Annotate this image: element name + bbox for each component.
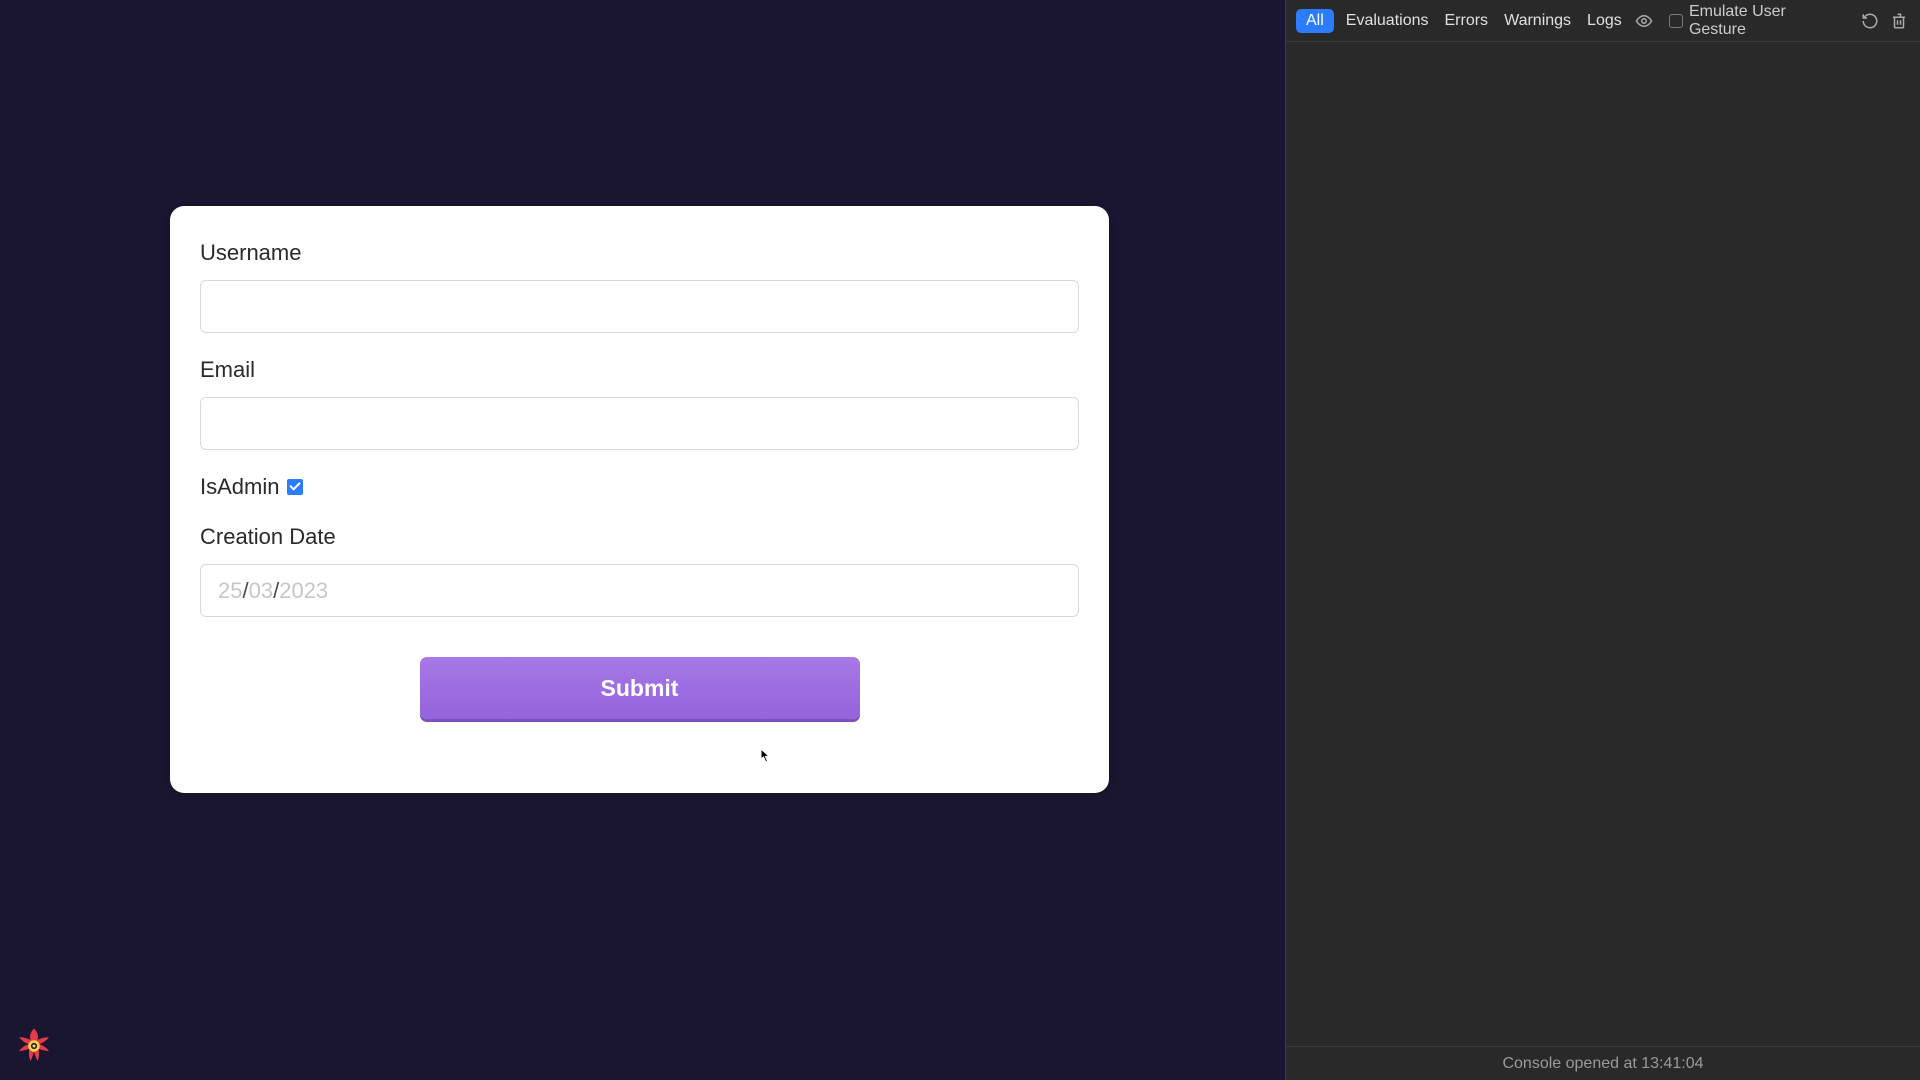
trash-icon[interactable] bbox=[1889, 10, 1910, 32]
filter-errors-button[interactable]: Errors bbox=[1441, 10, 1493, 32]
react-query-logo-icon bbox=[12, 1024, 56, 1068]
date-label: Creation Date bbox=[200, 524, 1079, 550]
email-field-group: Email bbox=[200, 357, 1079, 450]
emulate-gesture-label: Emulate User Gesture bbox=[1689, 3, 1843, 39]
refresh-icon[interactable] bbox=[1859, 10, 1880, 32]
isadmin-label: IsAdmin bbox=[200, 474, 279, 500]
form-card: Username Email IsAdmin Creation Date 25/… bbox=[170, 206, 1109, 793]
date-field-group: Creation Date 25/03/2023 bbox=[200, 524, 1079, 617]
submit-button[interactable]: Submit bbox=[420, 657, 860, 719]
username-label: Username bbox=[200, 240, 1079, 266]
console-filter-bar: All Evaluations Errors Warnings Logs Emu… bbox=[1286, 0, 1920, 42]
filter-evaluations-button[interactable]: Evaluations bbox=[1342, 10, 1433, 32]
cursor-pointer-icon bbox=[757, 747, 773, 767]
date-input[interactable] bbox=[200, 564, 1079, 617]
devtools-panel: All Evaluations Errors Warnings Logs Emu… bbox=[1285, 0, 1920, 1080]
console-footer: Console opened at 13:41:04 bbox=[1286, 1046, 1920, 1080]
emulate-gesture-toggle[interactable]: Emulate User Gesture bbox=[1669, 3, 1843, 39]
isadmin-field-group: IsAdmin bbox=[200, 474, 1079, 500]
email-input[interactable] bbox=[200, 397, 1079, 450]
filter-warnings-button[interactable]: Warnings bbox=[1500, 10, 1575, 32]
email-label: Email bbox=[200, 357, 1079, 383]
console-body bbox=[1286, 42, 1920, 1046]
eye-icon[interactable] bbox=[1634, 11, 1654, 31]
filter-all-button[interactable]: All bbox=[1296, 9, 1334, 33]
emulate-gesture-checkbox[interactable] bbox=[1669, 14, 1683, 28]
username-input[interactable] bbox=[200, 280, 1079, 333]
username-field-group: Username bbox=[200, 240, 1079, 333]
isadmin-checkbox[interactable] bbox=[287, 479, 303, 495]
filter-logs-button[interactable]: Logs bbox=[1583, 10, 1626, 32]
console-footer-text: Console opened at 13:41:04 bbox=[1502, 1055, 1703, 1073]
